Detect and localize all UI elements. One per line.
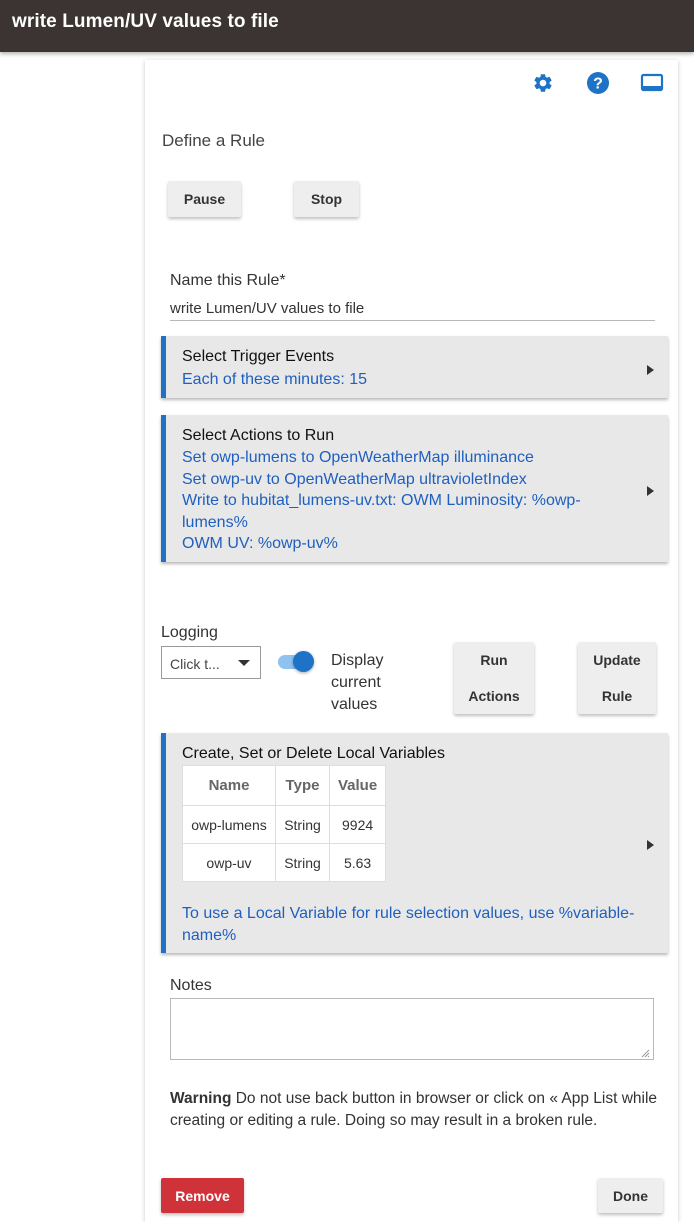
- logging-label: Logging: [161, 624, 218, 641]
- rule-card: ? Define a Rule Pause Stop Name this Rul…: [145, 60, 678, 1222]
- actions-section[interactable]: Select Actions to Run Set owp-lumens to …: [161, 415, 668, 562]
- variables-table: Name Type Value owp-lumens String 9924 o…: [182, 765, 387, 882]
- display-values-label: Display current values: [331, 652, 384, 713]
- variables-hint-line: To use a Local Variable for rule selecti…: [182, 905, 635, 922]
- notes-label: Notes: [170, 977, 212, 994]
- action-line: Set owp-lumens to OpenWeatherMap illumin…: [182, 449, 534, 466]
- column-header: Type: [275, 765, 330, 806]
- settings-button[interactable]: [530, 70, 556, 96]
- warning-text: Do not use back button in browser or cli…: [170, 1090, 658, 1129]
- expand-arrow-icon: [647, 365, 654, 375]
- title-bar: write Lumen/UV values to file: [0, 0, 694, 52]
- variable-type-cell: String: [275, 805, 330, 844]
- column-header: Value: [328, 765, 387, 806]
- variable-name-cell: owp-lumens: [182, 805, 276, 844]
- actions-title: Select Actions to Run: [182, 427, 335, 444]
- display-button[interactable]: [639, 70, 665, 96]
- toggle-knob: [293, 651, 314, 672]
- expand-arrow-icon: [647, 486, 654, 496]
- variable-type-cell: String: [275, 843, 330, 882]
- action-line: lumens%: [182, 513, 248, 531]
- monitor-icon: [640, 73, 664, 92]
- local-variables-section[interactable]: Create, Set or Delete Local Variables Na…: [161, 733, 668, 953]
- stop-button[interactable]: Stop: [294, 181, 359, 217]
- logging-select-value: Click t...: [170, 656, 220, 672]
- table-row: owp-lumens String 9924: [182, 805, 387, 844]
- help-icon: ?: [587, 72, 609, 94]
- local-variables-title: Create, Set or Delete Local Variables: [182, 745, 445, 762]
- trigger-events-section[interactable]: Select Trigger Events Each of these minu…: [161, 336, 668, 398]
- table-row: owp-uv String 5.63: [182, 843, 387, 882]
- action-line: Set owp-uv to OpenWeatherMap ultraviolet…: [182, 470, 527, 488]
- resize-grip-icon[interactable]: [641, 1049, 650, 1058]
- action-line: Write to hubitat_lumens-uv.txt: OWM Lumi…: [182, 492, 581, 509]
- variables-hint-line: name%: [182, 926, 237, 944]
- remove-button[interactable]: Remove: [161, 1178, 244, 1213]
- table-header-row: Name Type Value: [182, 765, 387, 806]
- caret-down-icon: [238, 660, 250, 666]
- trigger-event-line: Each of these minutes: 15: [182, 371, 367, 388]
- pause-button[interactable]: Pause: [168, 181, 241, 217]
- variable-name-cell: owp-uv: [182, 843, 276, 882]
- page-title: write Lumen/UV values to file: [12, 11, 279, 32]
- warning-label: Warning: [170, 1090, 232, 1107]
- action-line: OWM UV: %owp-uv%: [182, 535, 338, 552]
- help-button[interactable]: ?: [585, 70, 611, 96]
- run-actions-button[interactable]: Run Actions: [454, 642, 534, 714]
- gear-icon: [534, 74, 552, 92]
- warning-message: Warning Do not use back button in browse…: [170, 1088, 662, 1132]
- column-header: Name: [182, 765, 276, 806]
- variable-value-cell: 9924: [328, 805, 387, 844]
- section-heading: Define a Rule: [162, 131, 266, 150]
- expand-arrow-icon: [647, 840, 654, 850]
- trigger-events-title: Select Trigger Events: [182, 348, 335, 365]
- logging-select[interactable]: Click t...: [161, 646, 261, 679]
- notes-textarea[interactable]: [170, 998, 654, 1060]
- rule-name-label: Name this Rule*: [170, 272, 286, 289]
- done-button[interactable]: Done: [598, 1178, 663, 1213]
- rule-name-input[interactable]: [170, 296, 655, 321]
- update-rule-button[interactable]: Update Rule: [578, 642, 656, 714]
- display-values-toggle[interactable]: [278, 650, 316, 674]
- variable-value-cell: 5.63: [328, 843, 387, 882]
- svg-text:?: ?: [593, 76, 603, 93]
